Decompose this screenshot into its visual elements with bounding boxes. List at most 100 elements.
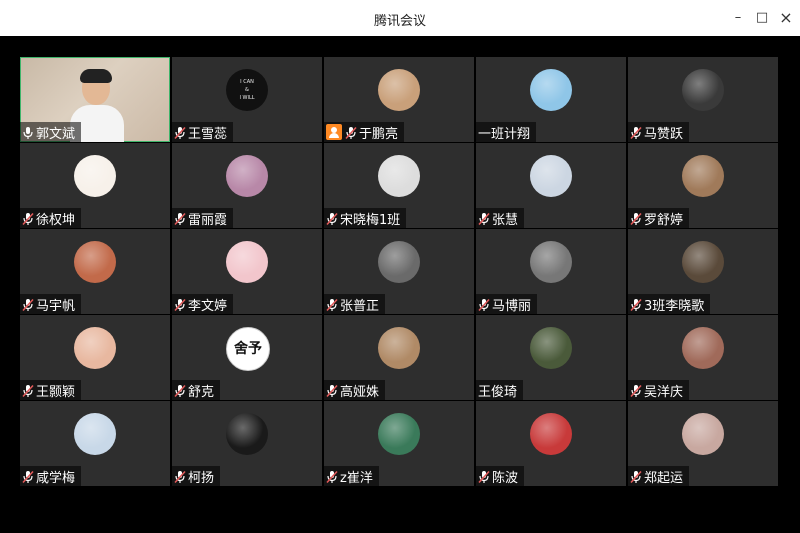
participant-tile[interactable]: 罗舒婷 <box>628 143 778 228</box>
participant-namebar: 郭文斌 <box>20 122 82 142</box>
participant-namebar: 吴洋庆 <box>628 380 690 400</box>
participant-namebar: 张普正 <box>324 294 386 314</box>
maximize-button[interactable]: □ <box>752 8 772 28</box>
mic-muted-icon <box>345 125 357 140</box>
participant-name: 高娅姝 <box>340 384 380 400</box>
participant-tile[interactable]: 徐权坤 <box>20 143 170 228</box>
participant-namebar: 王俊琦 <box>476 380 524 400</box>
participant-namebar: 李文婷 <box>172 294 234 314</box>
minimize-button[interactable]: – <box>728 8 748 28</box>
avatar-text: I WILL <box>239 95 255 101</box>
participant-name: 宋晓梅1班 <box>340 212 401 228</box>
avatar <box>378 155 420 197</box>
participant-tile[interactable]: 宋晓梅1班 <box>324 143 474 228</box>
participant-tile[interactable]: 李文婷 <box>172 229 322 314</box>
participant-name: z崔洋 <box>340 470 373 486</box>
avatar <box>530 327 572 369</box>
participant-namebar: 一班计翔 <box>476 122 537 142</box>
share-screen-icon <box>326 124 342 140</box>
meeting-stage: 郭文斌 I CAN & I WILL 王雪蕊 于鹏亮 一班计翔 马赞跃 徐权坤 雷丽霞 宋晓梅1班张… <box>0 36 800 533</box>
avatar <box>74 413 116 455</box>
mic-muted-icon <box>478 211 490 226</box>
participant-tile[interactable]: 马赞跃 <box>628 57 778 142</box>
mic-icon <box>22 125 34 139</box>
participant-tile[interactable]: 张普正 <box>324 229 474 314</box>
avatar <box>682 241 724 283</box>
participant-namebar: 陈波 <box>476 466 525 486</box>
avatar <box>226 155 268 197</box>
participant-namebar: 马赞跃 <box>628 122 690 142</box>
mic-muted-icon <box>22 211 34 226</box>
participant-namebar: 张慧 <box>476 208 525 228</box>
participant-name: 王颢颖 <box>36 384 76 400</box>
participant-tile[interactable]: 舍予舒克 <box>172 315 322 400</box>
mic-muted-icon <box>630 469 642 484</box>
avatar: I CAN & I WILL <box>226 69 268 111</box>
avatar-text: 舍予 <box>234 341 262 357</box>
participant-tile[interactable]: 马博丽 <box>476 229 626 314</box>
participant-tile[interactable]: 张慧 <box>476 143 626 228</box>
participant-tile[interactable]: 于鹏亮 <box>324 57 474 142</box>
participant-tile[interactable]: 王俊琦 <box>476 315 626 400</box>
participant-namebar: 3班李晓歌 <box>628 294 711 314</box>
avatar <box>74 327 116 369</box>
participant-name: 3班李晓歌 <box>644 298 705 314</box>
title-bar: 腾讯会议 – □ × <box>0 0 800 36</box>
participant-name: 马宇帆 <box>36 298 76 314</box>
mic-muted-icon <box>22 383 34 398</box>
avatar <box>74 155 116 197</box>
participant-name: 马赞跃 <box>644 126 684 142</box>
participant-tile[interactable]: 高娅姝 <box>324 315 474 400</box>
participant-namebar: 郑起运 <box>628 466 690 486</box>
avatar <box>682 413 724 455</box>
participant-name: 张慧 <box>492 212 519 228</box>
avatar <box>682 69 724 111</box>
participant-name: 郭文斌 <box>36 126 76 142</box>
participant-namebar: 马宇帆 <box>20 294 82 314</box>
mic-muted-icon <box>630 383 642 398</box>
avatar <box>682 327 724 369</box>
participant-name: 舒克 <box>188 384 215 400</box>
participant-namebar: 罗舒婷 <box>628 208 690 228</box>
mic-muted-icon <box>630 297 642 312</box>
participant-name: 张普正 <box>340 298 380 314</box>
participant-tile[interactable]: I CAN & I WILL 王雪蕊 <box>172 57 322 142</box>
mic-muted-icon <box>630 211 642 226</box>
avatar <box>530 69 572 111</box>
participant-name: 柯扬 <box>188 470 215 486</box>
participant-tile[interactable]: z崔洋 <box>324 401 474 486</box>
mic-muted-icon <box>22 297 34 312</box>
participant-tile[interactable]: 柯扬 <box>172 401 322 486</box>
mic-muted-icon <box>478 297 490 312</box>
mic-muted-icon <box>174 125 186 140</box>
participant-tile[interactable]: 陈波 <box>476 401 626 486</box>
window-title: 腾讯会议 <box>373 14 426 29</box>
participant-name: 李文婷 <box>188 298 228 314</box>
participant-tile[interactable]: 王颢颖 <box>20 315 170 400</box>
participant-tile[interactable]: 咸学梅 <box>20 401 170 486</box>
avatar <box>530 413 572 455</box>
participant-tile[interactable]: 郭文斌 <box>20 57 170 142</box>
participant-tile[interactable]: 吴洋庆 <box>628 315 778 400</box>
participant-tile[interactable]: 马宇帆 <box>20 229 170 314</box>
participant-tile[interactable]: 雷丽霞 <box>172 143 322 228</box>
avatar <box>226 241 268 283</box>
participant-name: 徐权坤 <box>36 212 76 228</box>
mic-muted-icon <box>326 383 338 398</box>
avatar <box>378 413 420 455</box>
participant-tile[interactable]: 一班计翔 <box>476 57 626 142</box>
mic-muted-icon <box>174 211 186 226</box>
participant-tile[interactable]: 3班李晓歌 <box>628 229 778 314</box>
avatar-text: I CAN <box>240 79 254 85</box>
avatar <box>378 241 420 283</box>
avatar: 舍予 <box>226 327 270 371</box>
participant-name: 罗舒婷 <box>644 212 684 228</box>
close-button[interactable]: × <box>776 8 796 28</box>
participant-name: 一班计翔 <box>478 126 531 142</box>
participant-name: 陈波 <box>492 470 519 486</box>
mic-muted-icon <box>630 125 642 140</box>
mic-muted-icon <box>326 469 338 484</box>
participant-tile[interactable]: 郑起运 <box>628 401 778 486</box>
participant-name: 王俊琦 <box>478 384 518 400</box>
avatar <box>226 413 268 455</box>
